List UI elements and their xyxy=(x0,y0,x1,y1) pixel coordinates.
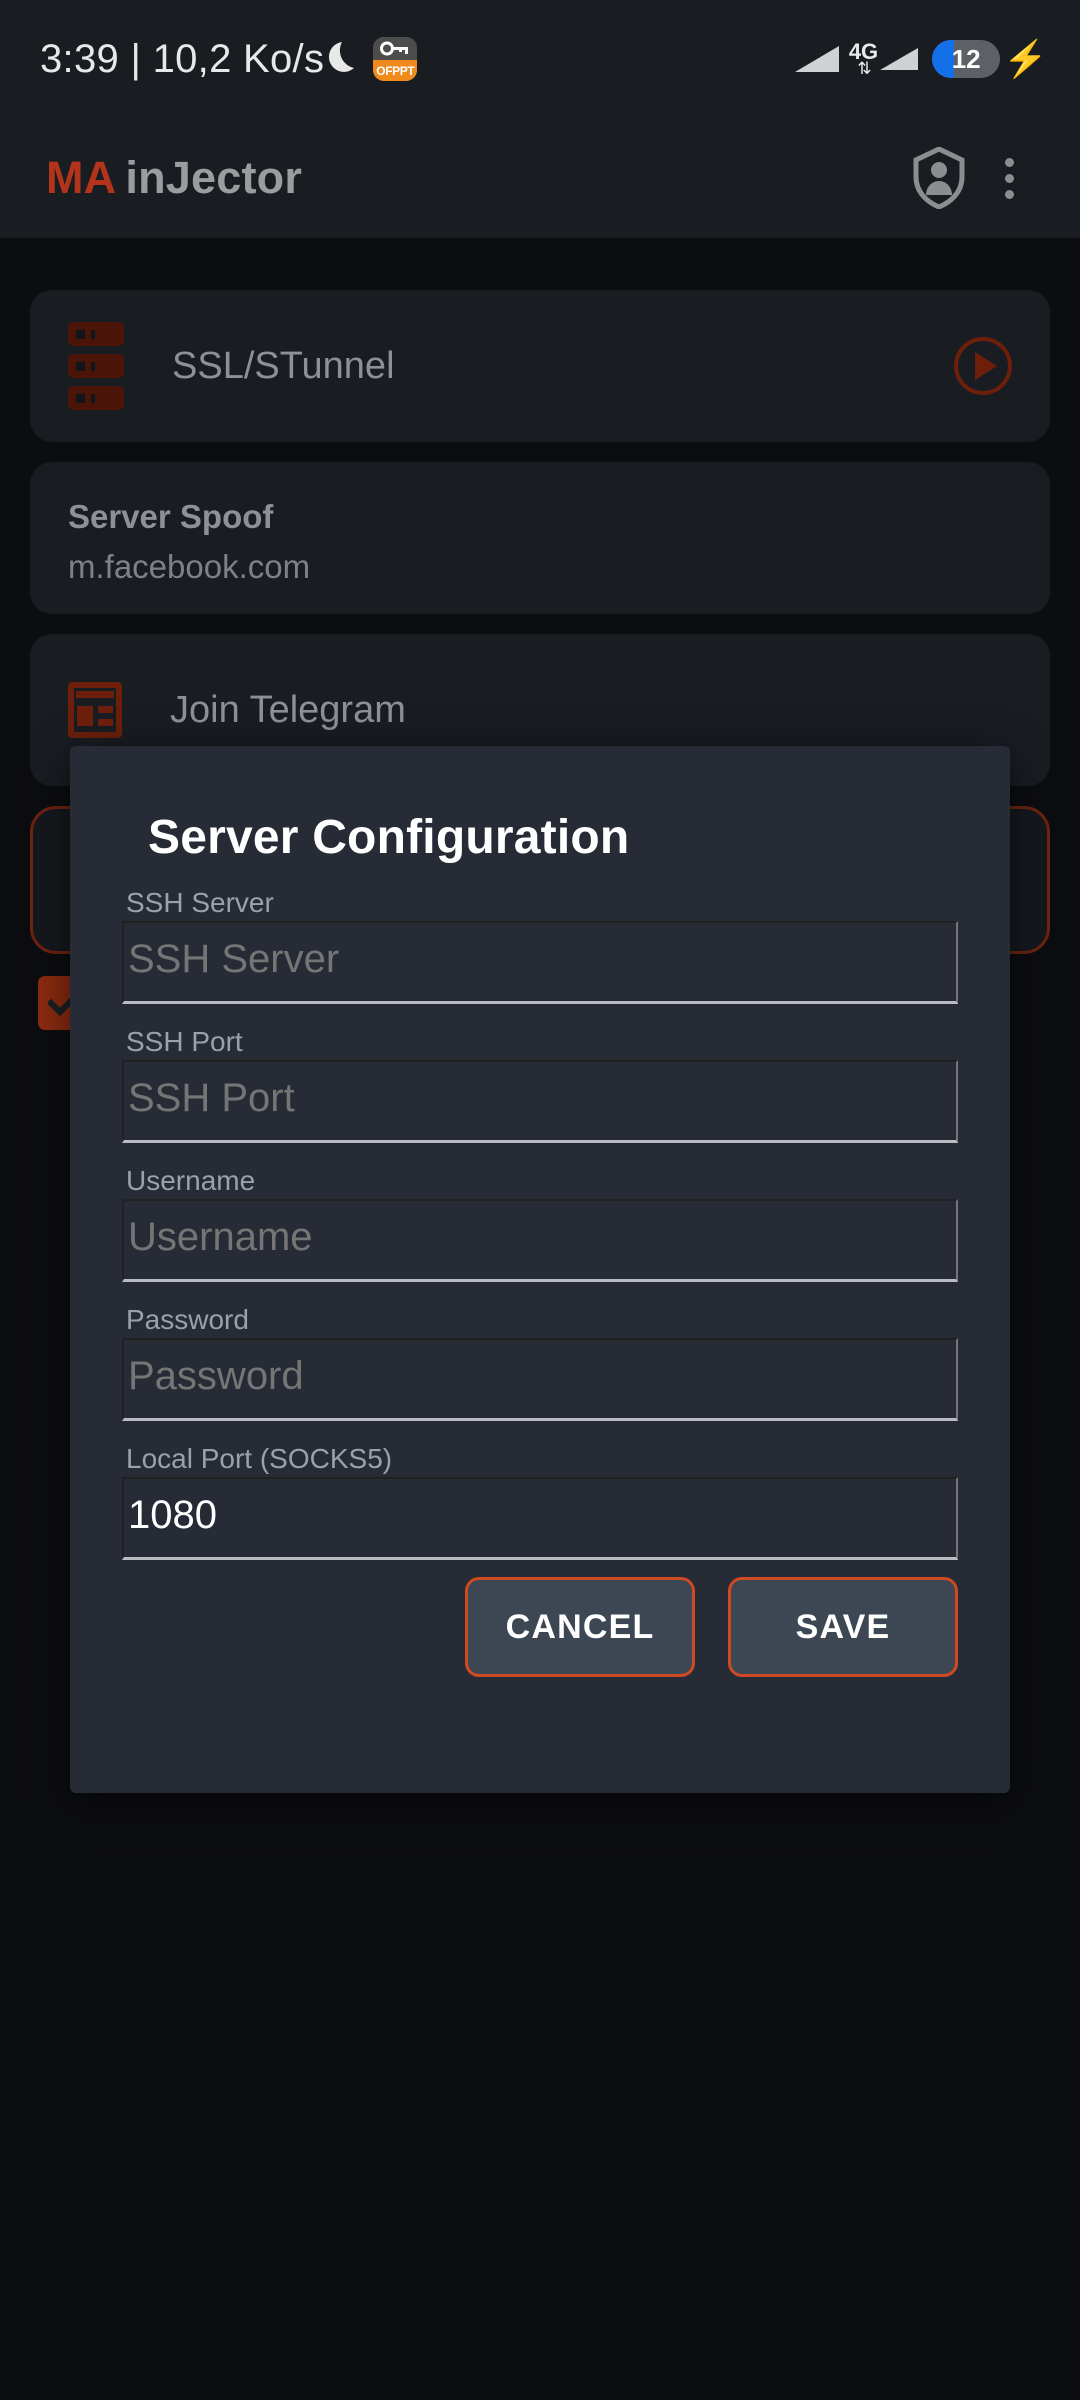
ofppt-label: OFPPT xyxy=(373,60,418,81)
ofppt-label-text: OFPPT xyxy=(376,63,415,78)
ssh-server-input[interactable] xyxy=(122,921,958,1004)
ssh-port-input[interactable] xyxy=(122,1060,958,1143)
lightning-bolt-icon: ⚡ xyxy=(1003,38,1048,79)
username-label: Username xyxy=(126,1165,256,1196)
signal-bars-secondary-icon xyxy=(880,48,919,70)
play-triangle xyxy=(974,352,997,380)
server-spoof-title: Server Spoof xyxy=(68,498,274,535)
server-bar xyxy=(68,386,124,410)
status-clock: 3:39 | 10,2 Ko/s xyxy=(40,36,325,81)
signal-bars-icon xyxy=(794,46,839,72)
field-ssh-port: SSH Port xyxy=(122,1024,958,1143)
local-port-input[interactable] xyxy=(122,1477,958,1560)
ssh-port-label: SSH Port xyxy=(126,1026,243,1057)
username-input[interactable] xyxy=(122,1199,958,1282)
news-article-icon xyxy=(68,682,122,738)
battery-percent-label: 12 xyxy=(951,44,981,74)
cancel-button[interactable]: CANCEL xyxy=(465,1577,695,1677)
field-local-port: Local Port (SOCKS5) xyxy=(122,1441,958,1560)
status-bar-left: 3:39 | 10,2 Ko/s OFPPT xyxy=(40,36,418,82)
ofppt-app-icon[interactable]: OFPPT xyxy=(373,37,418,81)
field-ssh-server: SSH Server xyxy=(122,885,958,1004)
play-circle-icon[interactable] xyxy=(954,337,1012,395)
ssh-server-label: SSH Server xyxy=(126,887,274,918)
server-bar xyxy=(68,354,124,378)
moon-icon xyxy=(326,39,360,79)
app-title-rest: inJector xyxy=(125,152,303,203)
app-title-accent: MA xyxy=(46,152,117,203)
status-bar-right: 4G ⇅ 12 ⚡ xyxy=(794,38,1048,79)
server-configuration-dialog: Server Configuration SSH Server SSH Port… xyxy=(70,746,1010,1793)
menu-dot xyxy=(1004,189,1014,199)
password-label: Password xyxy=(126,1304,249,1335)
menu-dot xyxy=(1004,173,1014,183)
join-telegram-label: Join Telegram xyxy=(170,688,406,731)
field-password: Password xyxy=(122,1302,958,1421)
ssl-stunnel-row[interactable]: SSL/STunnel xyxy=(30,290,1050,442)
local-port-label: Local Port (SOCKS5) xyxy=(126,1443,393,1474)
server-spoof-value: m.facebook.com xyxy=(68,548,311,585)
data-transfer-arrows-icon: ⇅ xyxy=(857,59,871,78)
server-stack-icon xyxy=(68,322,124,410)
battery-indicator: 12 xyxy=(932,40,1001,78)
ssl-stunnel-label: SSL/STunnel xyxy=(172,344,395,387)
ofppt-key-icon xyxy=(373,37,418,60)
server-spoof-card[interactable]: Server Spoof m.facebook.com xyxy=(30,462,1050,614)
network-type-block: 4G ⇅ xyxy=(849,41,878,78)
password-input[interactable] xyxy=(122,1338,958,1421)
shield-account-icon[interactable] xyxy=(904,143,974,213)
status-bar: 3:39 | 10,2 Ko/s OFPPT 4G ⇅ 12 ⚡ xyxy=(0,0,1080,118)
field-username: Username xyxy=(122,1163,958,1282)
dialog-actions: CANCEL SAVE xyxy=(465,1577,958,1677)
ssl-stunnel-card[interactable]: SSL/STunnel xyxy=(30,290,1050,442)
server-bar xyxy=(68,322,124,346)
three-dot-menu-icon[interactable] xyxy=(974,143,1044,213)
app-bar: MA inJector xyxy=(0,118,1080,238)
dialog-title: Server Configuration xyxy=(148,811,630,864)
menu-dot xyxy=(1004,157,1014,167)
save-button[interactable]: SAVE xyxy=(728,1577,958,1677)
phone-screen: 3:39 | 10,2 Ko/s OFPPT 4G ⇅ 12 ⚡ MA inJe… xyxy=(0,0,1080,2400)
app-title: MA inJector xyxy=(46,152,302,204)
